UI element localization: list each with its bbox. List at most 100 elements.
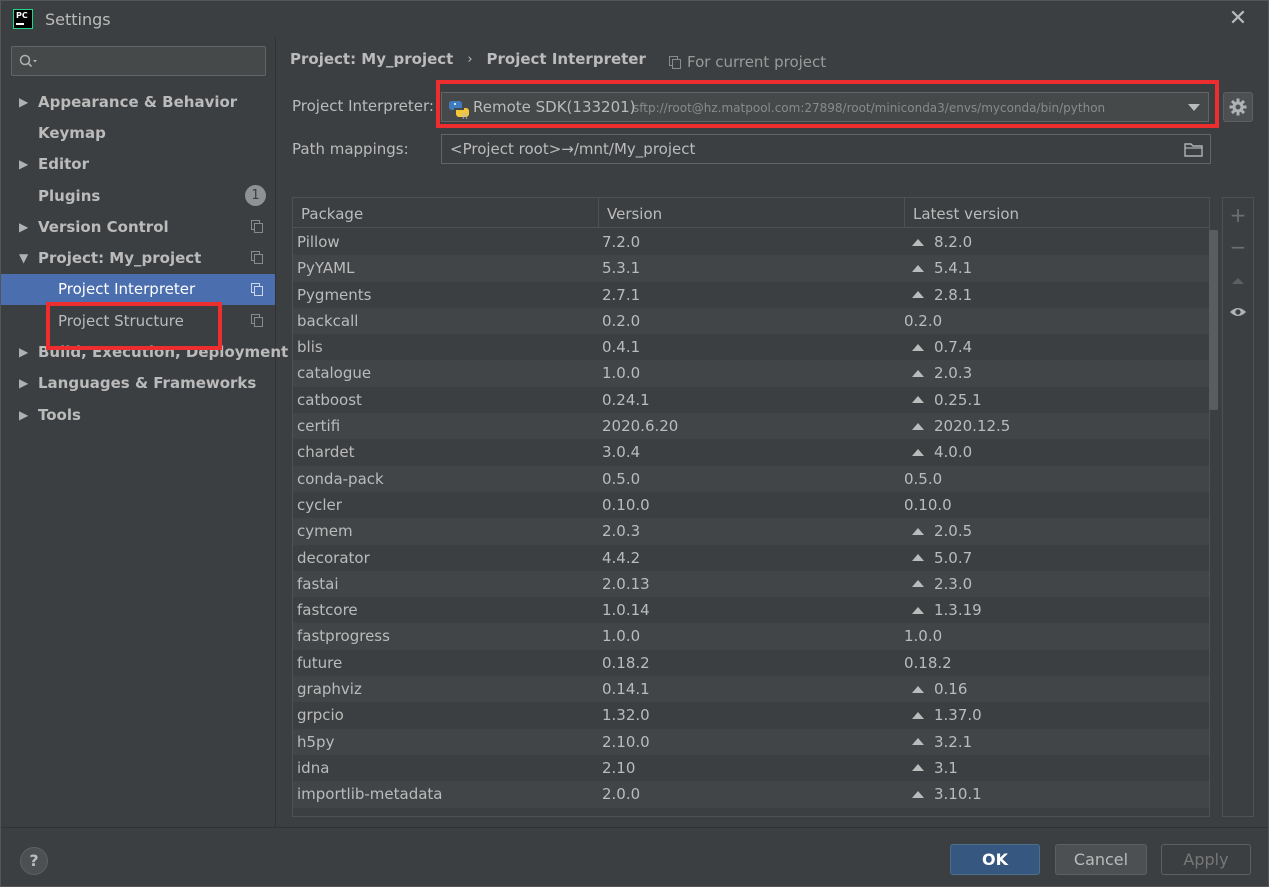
upgrade-package-button[interactable] <box>1223 264 1253 294</box>
table-row[interactable]: cycler 0.10.0 0.10.0 <box>293 492 1209 518</box>
latest-version-text: 2020.12.5 <box>934 417 1011 436</box>
path-mappings-field[interactable]: <Project root>→/mnt/My_project <box>441 134 1211 164</box>
copy-scope-icon <box>669 55 681 69</box>
path-mappings-label: Path mappings: <box>292 140 409 158</box>
latest-version-cell: 2.8.1 <box>908 286 972 304</box>
sidebar-item-label: Editor <box>38 155 89 174</box>
package-version-cell: 1.0.0 <box>602 364 641 383</box>
breadcrumb-project[interactable]: Project: My_project <box>290 50 453 68</box>
table-row[interactable]: conda-pack 0.5.0 0.5.0 <box>293 465 1209 492</box>
chevron-down-icon[interactable] <box>1188 104 1200 111</box>
latest-version-cell: 3.2.1 <box>908 733 972 751</box>
table-row[interactable]: catboost 0.24.1 0.25.1 <box>293 387 1209 413</box>
expanded-arrow-icon[interactable]: ▼ <box>19 251 31 265</box>
eye-icon <box>1230 308 1246 316</box>
collapsed-arrow-icon[interactable]: ▶ <box>19 345 31 359</box>
column-header-latest[interactable]: Latest version <box>905 198 1209 228</box>
package-version-cell: 2.10.0 <box>602 732 650 751</box>
sidebar-item-version-control[interactable]: ▶ Version Control <box>1 211 275 242</box>
upgrade-available-icon <box>912 554 924 562</box>
package-name-cell: certifi <box>297 417 341 436</box>
latest-version-cell: 1.0.0 <box>904 627 942 645</box>
settings-search[interactable] <box>11 46 266 76</box>
table-row[interactable]: catalogue 1.0.0 2.0.3 <box>293 360 1209 387</box>
table-row[interactable]: chardet 3.0.4 4.0.0 <box>293 439 1209 465</box>
latest-version-text: 5.4.1 <box>934 259 973 278</box>
package-name-cell: idna <box>297 758 330 777</box>
collapsed-arrow-icon[interactable]: ▶ <box>19 157 31 171</box>
folder-icon[interactable] <box>1184 141 1204 157</box>
table-row[interactable]: blis 0.4.1 0.7.4 <box>293 334 1209 360</box>
table-row[interactable]: importlib-metadata 2.0.0 3.10.1 <box>293 781 1209 808</box>
help-button[interactable]: ? <box>20 847 48 875</box>
table-row[interactable]: Pygments 2.7.1 2.8.1 <box>293 282 1209 308</box>
show-early-releases-button[interactable] <box>1223 296 1253 326</box>
sidebar-item-plugins[interactable]: Plugins 1 <box>1 180 275 211</box>
table-row[interactable]: decorator 4.4.2 5.0.7 <box>293 545 1209 571</box>
table-row[interactable]: graphviz 0.14.1 0.16 <box>293 676 1209 703</box>
sidebar-item-label: Plugins <box>38 186 101 205</box>
breadcrumb-page: Project Interpreter <box>486 50 646 68</box>
sidebar-item-project-interpreter[interactable]: Project Interpreter <box>1 273 275 306</box>
sidebar-item-build-execution-deployment[interactable]: ▶ Build, Execution, Deployment <box>1 336 288 367</box>
latest-version-text: 2.0.3 <box>934 364 973 383</box>
interpreter-dropdown[interactable]: R Remote SDK(133201) sftp://root@hz.matp… <box>441 92 1209 122</box>
search-input[interactable] <box>40 50 260 72</box>
latest-version-cell: 0.18.2 <box>904 654 952 672</box>
table-row[interactable]: backcall 0.2.0 0.2.0 <box>293 307 1209 335</box>
sidebar-item-label: Project: My_project <box>38 249 202 268</box>
interpreter-settings-button[interactable] <box>1223 92 1253 122</box>
window-title: Settings <box>45 10 111 29</box>
upgrade-available-icon <box>912 711 924 719</box>
sidebar-item-label: Appearance & Behavior <box>38 92 238 111</box>
package-version-cell: 2.0.3 <box>602 522 641 541</box>
sidebar-item-languages-frameworks[interactable]: ▶ Languages & Frameworks <box>1 368 275 399</box>
collapsed-arrow-icon[interactable]: ▶ <box>19 408 31 422</box>
package-name-cell: Pygments <box>297 285 372 304</box>
table-row[interactable]: certifi 2020.6.20 2020.12.5 <box>293 413 1209 440</box>
table-row[interactable]: h5py 2.10.0 3.2.1 <box>293 728 1209 755</box>
table-row[interactable]: Pillow 7.2.0 8.2.0 <box>293 229 1209 255</box>
sidebar-item-label: Tools <box>38 405 81 424</box>
for-current-project-label: For current project <box>687 53 827 71</box>
column-header-version[interactable]: Version <box>599 198 905 228</box>
sidebar-item-tools[interactable]: ▶ Tools <box>1 399 275 430</box>
sidebar-item-keymap[interactable]: Keymap <box>1 117 275 148</box>
package-name-cell: conda-pack <box>297 469 384 488</box>
upgrade-available-icon <box>912 369 924 377</box>
table-row[interactable]: fastcore 1.0.14 1.3.19 <box>293 597 1209 623</box>
table-row[interactable]: PyYAML 5.3.1 5.4.1 <box>293 255 1209 282</box>
vertical-scrollbar[interactable] <box>1209 230 1218 410</box>
latest-version-cell: 2.0.5 <box>908 522 972 540</box>
column-header-package[interactable]: Package <box>293 198 599 228</box>
uninstall-package-button[interactable]: − <box>1223 232 1253 262</box>
cancel-button[interactable]: Cancel <box>1055 844 1147 875</box>
table-row[interactable]: fastai 2.0.13 2.3.0 <box>293 570 1209 598</box>
package-name-cell: backcall <box>297 311 359 330</box>
sidebar-item-project-my-project[interactable]: ▼ Project: My_project <box>1 242 275 273</box>
close-button[interactable]: ✕ <box>1226 7 1250 31</box>
table-row[interactable]: cymem 2.0.3 2.0.5 <box>293 518 1209 545</box>
upgrade-available-icon <box>912 527 924 535</box>
package-name-cell: graphviz <box>297 680 362 699</box>
package-toolbar: + − <box>1222 197 1254 817</box>
table-row[interactable]: grpcio 1.32.0 1.37.0 <box>293 702 1209 728</box>
collapsed-arrow-icon[interactable]: ▶ <box>19 376 31 390</box>
sidebar-item-label: Build, Execution, Deployment <box>38 343 289 362</box>
collapsed-arrow-icon[interactable]: ▶ <box>19 95 31 109</box>
sidebar-item-label: Languages & Frameworks <box>38 374 257 393</box>
collapsed-arrow-icon[interactable]: ▶ <box>19 220 31 234</box>
install-package-button[interactable]: + <box>1223 200 1253 230</box>
sidebar-item-appearance-behavior[interactable]: ▶ Appearance & Behavior <box>1 86 275 117</box>
table-row[interactable]: future 0.18.2 0.18.2 <box>293 650 1209 676</box>
sidebar-item-editor[interactable]: ▶ Editor <box>1 149 275 180</box>
upgrade-available-icon <box>912 764 924 772</box>
latest-version-cell: 3.1 <box>908 759 958 777</box>
sidebar-item-label: Keymap <box>38 123 106 142</box>
ok-button[interactable]: OK <box>950 844 1040 875</box>
sidebar-item-label: Project Interpreter <box>58 280 196 299</box>
sidebar-item-project-structure[interactable]: Project Structure <box>1 305 275 336</box>
table-row[interactable]: fastprogress 1.0.0 1.0.0 <box>293 623 1209 650</box>
apply-button[interactable]: Apply <box>1161 844 1251 875</box>
table-row[interactable]: idna 2.10 3.1 <box>293 755 1209 781</box>
